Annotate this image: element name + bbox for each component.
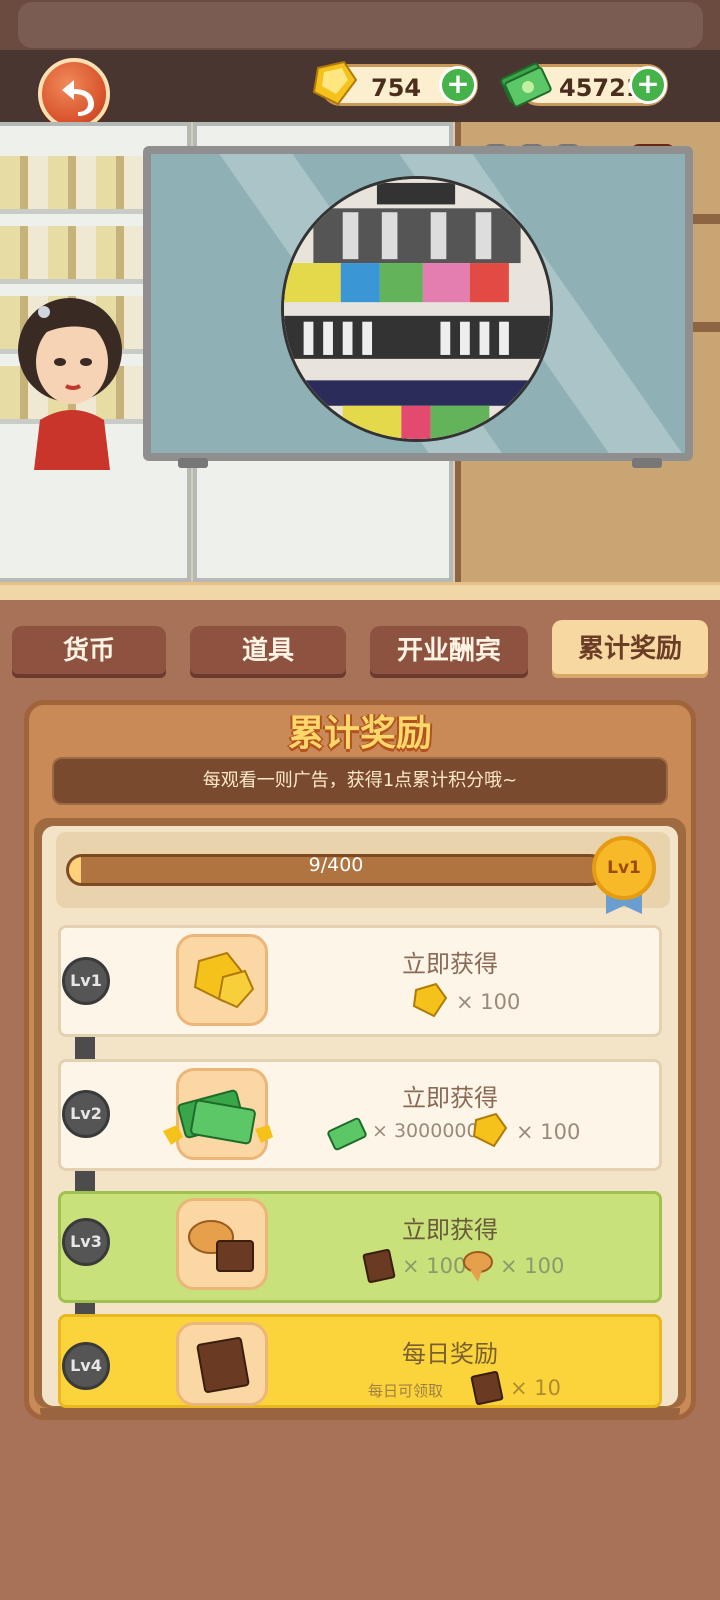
tv-set <box>143 146 693 461</box>
tv-leg-left <box>178 458 208 468</box>
cash-icon <box>500 62 552 108</box>
tv-leg-right <box>632 458 662 468</box>
tab-opening-promotion[interactable]: 开业酬宾 <box>370 626 528 678</box>
reward-icon-box <box>163 1068 273 1160</box>
reward-title: 立即获得 <box>402 1216 498 1244</box>
gem-pile-icon <box>193 951 255 1009</box>
gem-icon <box>472 1112 508 1148</box>
back-button[interactable] <box>38 58 110 130</box>
reward-icon-box <box>176 1322 268 1406</box>
reward-icon-box <box>176 1198 268 1290</box>
book-icon <box>362 1248 396 1284</box>
add-cash-button[interactable]: + <box>629 66 667 104</box>
gem-icon <box>412 982 448 1018</box>
level-node-lv1: Lv1 <box>62 957 110 1005</box>
book-reward-amount: × 100 <box>402 1254 467 1278</box>
test-pattern-icon <box>281 176 553 442</box>
add-gems-button[interactable]: + <box>439 66 477 104</box>
reward-title: 立即获得 <box>402 950 498 978</box>
gem-reward-amount: × 100 <box>516 1120 581 1144</box>
book-icon <box>196 1337 250 1393</box>
level-node-lv2: Lv2 <box>62 1090 110 1138</box>
tab-items[interactable]: 道具 <box>190 626 346 678</box>
level-node-lv4: Lv4 <box>62 1342 110 1390</box>
reward-title: 立即获得 <box>402 1084 498 1112</box>
fish-cake-reward-amount: × 100 <box>500 1254 565 1278</box>
level-node-lv3: Lv3 <box>62 1218 110 1266</box>
level-badge: Lv1 <box>592 836 656 900</box>
fish-cake-and-book-icon <box>188 1220 254 1272</box>
gem-count: 754 <box>371 74 422 102</box>
back-arrow-icon <box>62 80 94 116</box>
gem-icon <box>312 60 358 106</box>
fish-cake-icon <box>463 1251 493 1282</box>
reward-row-lv1[interactable] <box>58 925 662 1037</box>
cash-and-gems-pile-icon <box>163 1089 273 1145</box>
progress-text: 9/400 <box>308 854 364 876</box>
status-blur <box>18 2 703 48</box>
panel-bottom-strip <box>40 1408 680 1420</box>
shop-counter <box>0 582 720 600</box>
reward-icon-box <box>176 934 268 1026</box>
tab-currency[interactable]: 货币 <box>12 626 166 678</box>
reward-detail: × 100 <box>456 990 521 1014</box>
cash-icon <box>327 1117 367 1151</box>
tab-cumulative-rewards[interactable]: 累计奖励 <box>552 620 708 678</box>
cash-reward-amount: × 3000000 <box>372 1120 479 1142</box>
daily-claim-label: 每日可领取 <box>368 1382 444 1400</box>
tv-screen <box>151 154 685 453</box>
panel-title: 累计奖励 <box>287 713 432 754</box>
shopkeeper-character <box>18 298 122 470</box>
reward-title: 每日奖励 <box>402 1340 498 1368</box>
daily-book-amount: × 10 <box>510 1376 561 1400</box>
status-bar <box>0 0 720 50</box>
panel-subtitle: 每观看一则广告，获得1点累计积分哦~ <box>52 757 668 805</box>
book-icon <box>470 1370 504 1406</box>
